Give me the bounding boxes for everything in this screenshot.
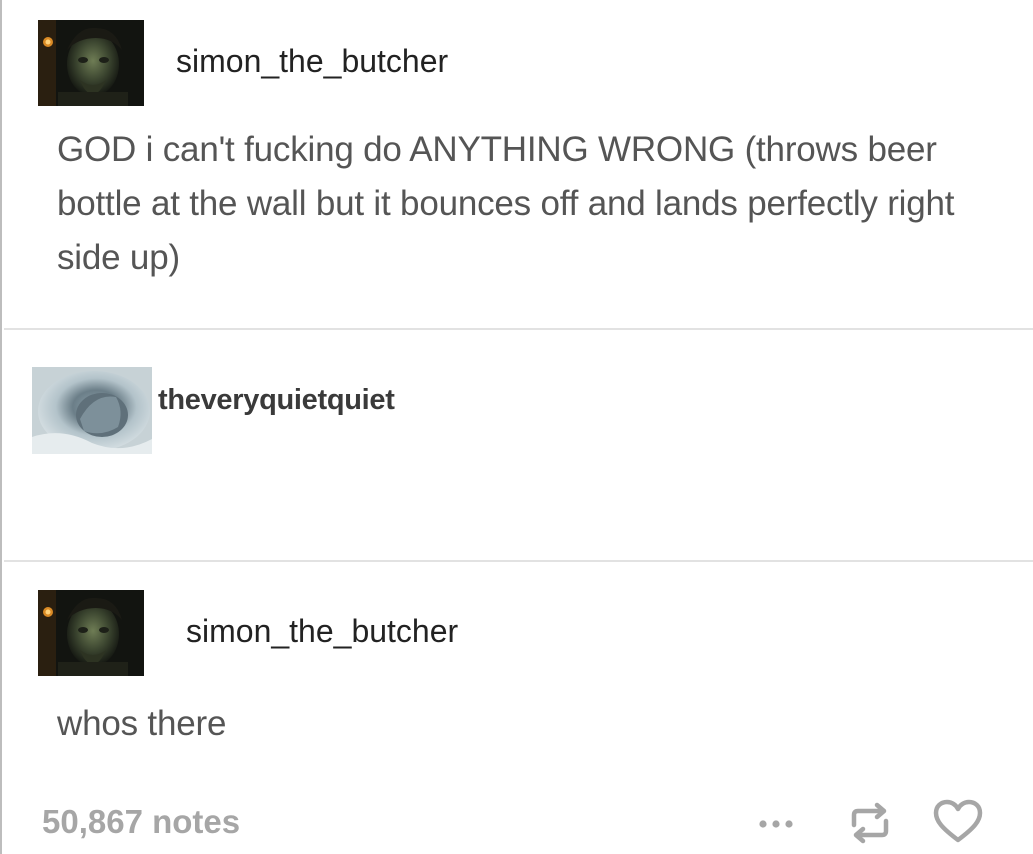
- post-entry-2: [4, 331, 1033, 560]
- like-icon[interactable]: [932, 798, 984, 846]
- post-1-username[interactable]: simon_the_butcher: [176, 43, 448, 80]
- post-3-text: whos there: [57, 704, 227, 743]
- post-3-username[interactable]: simon_the_butcher: [186, 613, 458, 650]
- more-icon[interactable]: [754, 811, 804, 833]
- reblog-icon[interactable]: [845, 801, 895, 845]
- post-divider: [4, 328, 1033, 330]
- avatar-simon-the-butcher[interactable]: [38, 20, 144, 106]
- avatar-simon-the-butcher[interactable]: [38, 590, 144, 676]
- notes-count[interactable]: 50,867 notes: [42, 803, 240, 841]
- post-1-text: GOD i can't fucking do ANYTHING WRONG (t…: [57, 130, 955, 277]
- post-2-username[interactable]: theveryquietquiet: [158, 384, 395, 417]
- tumblr-post: simon_the_butcher GOD i can't fucking do…: [0, 0, 1033, 854]
- avatar-theveryquietquiet[interactable]: [32, 367, 152, 454]
